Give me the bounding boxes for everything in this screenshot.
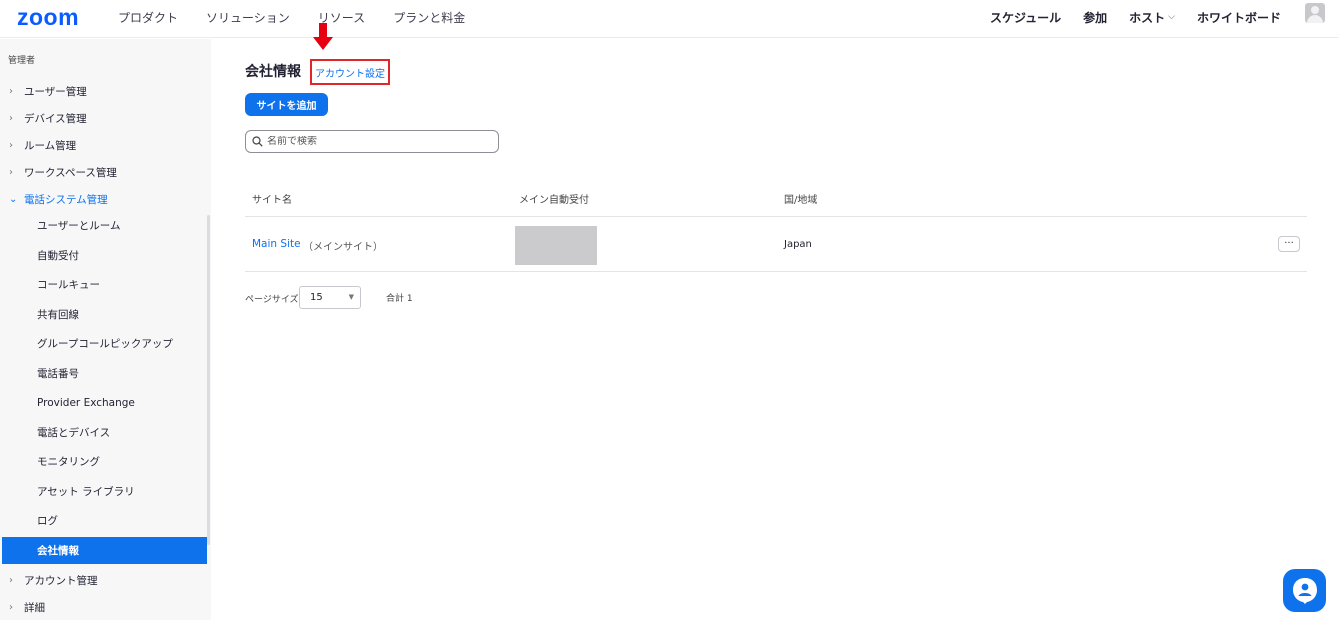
sidebar-item-label: ワークスペース管理 [24,166,117,179]
sidebar-item-room-management[interactable]: › ルーム管理 [0,133,211,157]
sidebar-item-label: デバイス管理 [24,112,87,125]
sidebar-sub-call-queue[interactable]: コールキュー [0,271,207,298]
sidebar-item-label: 詳細 [24,601,45,614]
table-header-divider [245,216,1307,217]
site-main-label: （メインサイト） [303,242,383,253]
nav-left: プロダクト ソリューション リソース プランと料金 [118,0,493,34]
sidebar-item-workspace-management[interactable]: › ワークスペース管理 [0,160,211,184]
sidebar-sub-logs[interactable]: ログ [0,507,207,534]
nav-right: スケジュール 参加 ホスト ⌵ ホワイトボード [968,0,1281,34]
page-size-label: ページサイズ [245,295,299,305]
sidebar-sub-asset-library[interactable]: アセット ライブラリ [0,478,207,505]
sidebar-item-label: ユーザー管理 [24,85,87,98]
sidebar-item-device-management[interactable]: › デバイス管理 [0,106,211,130]
chevron-right-icon: › [9,601,13,613]
caret-down-icon: ▼ [348,293,354,301]
chevron-right-icon: › [9,574,13,586]
sidebar-scrollbar[interactable] [207,215,210,545]
chevron-right-icon: › [9,85,13,97]
sidebar-item-label: ルーム管理 [24,139,77,152]
add-site-button[interactable]: サイトを追加 [245,93,328,116]
account-settings-link[interactable]: アカウント設定 [310,59,390,85]
top-navigation: zoom プロダクト ソリューション リソース プランと料金 スケジュール 参加… [0,0,1339,38]
sidebar-sub-provider-exchange[interactable]: Provider Exchange [0,389,207,416]
page-size-select[interactable]: 15 ▼ [299,286,361,309]
column-header-site-name[interactable]: サイト名 [252,191,292,206]
sidebar-sub-phones-devices[interactable]: 電話とデバイス [0,419,207,446]
nav-products[interactable]: プロダクト [118,9,178,26]
column-header-country[interactable]: 国/地域 [784,191,817,206]
sidebar-item-user-management[interactable]: › ユーザー管理 [0,79,211,103]
search-icon [252,136,263,147]
red-down-arrow-icon [313,23,333,50]
more-options-button[interactable]: ··· [1278,236,1300,252]
chevron-right-icon: › [9,166,13,178]
nav-host[interactable]: ホスト ⌵ [1129,9,1175,26]
sidebar-item-account-management[interactable]: › アカウント管理 [0,568,211,592]
column-header-main-auto-receptionist[interactable]: メイン自動受付 [519,191,589,206]
nav-whiteboard[interactable]: ホワイトボード [1197,9,1281,26]
avatar-torso [1307,15,1323,23]
chevron-down-icon: ⌄ [9,193,18,205]
page-size-value: 15 [310,292,323,303]
nav-plans-pricing[interactable]: プランと料金 [393,9,465,26]
nav-join[interactable]: 参加 [1083,9,1107,26]
sidebar-sub-shared-lines[interactable]: 共有回線 [0,301,207,328]
sidebar-sub-group-call-pickup[interactable]: グループコールピックアップ [0,330,207,357]
nav-schedule[interactable]: スケジュール [990,9,1061,26]
search-input[interactable] [267,136,487,147]
site-name-link[interactable]: Main Site [252,238,301,250]
site-country: Japan [784,239,812,250]
sidebar-item-advanced[interactable]: › 詳細 [0,595,211,619]
nav-solutions[interactable]: ソリューション [206,9,290,26]
total-count: 合計 1 [386,294,413,304]
page-title: 会社情報 [245,64,301,80]
avatar-head [1311,6,1319,14]
sidebar-sub-monitoring[interactable]: モニタリング [0,448,207,475]
chevron-down-icon: ⌵ [1168,12,1175,22]
sidebar-item-label: 電話システム管理 [24,193,108,206]
table-row-divider [245,271,1307,272]
chat-bot-icon [1292,577,1317,604]
sidebar-sub-phone-numbers[interactable]: 電話番号 [0,360,207,387]
auto-receptionist-redacted [515,226,597,265]
sidebar-sub-company-info[interactable]: 会社情報 [2,537,207,564]
search-box[interactable] [245,130,499,153]
sidebar-sub-auto-receptionist[interactable]: 自動受付 [0,242,207,269]
chevron-right-icon: › [9,139,13,151]
chat-bot-button[interactable] [1283,569,1326,612]
chevron-right-icon: › [9,112,13,124]
sidebar-sub-users-rooms[interactable]: ユーザーとルーム [0,212,207,239]
sidebar-title: 管理者 [8,56,36,66]
nav-host-label: ホスト [1129,10,1166,25]
sidebar-item-phone-system-management[interactable]: ⌄ 電話システム管理 [0,187,211,211]
sidebar: 管理者 › ユーザー管理 › デバイス管理 › ルーム管理 › ワークスペース管… [0,39,211,620]
zoom-logo[interactable]: zoom [17,4,79,31]
user-avatar-icon[interactable] [1305,3,1325,23]
sidebar-item-label: アカウント管理 [24,574,98,587]
